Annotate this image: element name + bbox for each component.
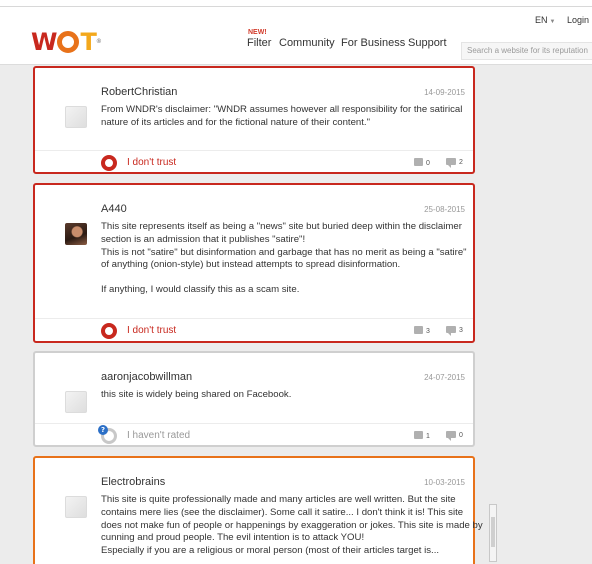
nav-community[interactable]: Community — [279, 37, 335, 49]
scrollbar-thumb[interactable] — [491, 517, 495, 547]
site-header: W T® EN ▼ Login NEW! Filter Community For … — [0, 7, 592, 65]
search-input[interactable]: Search a website for its reputation — [461, 42, 592, 60]
comments-button[interactable]: 3 — [446, 326, 463, 336]
wot-logo[interactable]: W T® — [31, 29, 102, 55]
upvote-button[interactable]: 0 — [414, 158, 430, 167]
review-author[interactable]: A440 — [101, 203, 127, 215]
new-badge: NEW! — [248, 29, 267, 36]
review-scrollbar[interactable] — [489, 504, 497, 562]
upvote-button[interactable]: 1 — [414, 431, 430, 440]
untrusted-rating-icon — [101, 323, 117, 339]
review-card: Electrobrains 10-03-2015 This site is qu… — [33, 456, 497, 564]
review-date: 24-07-2015 — [424, 373, 465, 382]
upvote-button[interactable]: 3 — [414, 326, 430, 335]
question-icon: ? — [98, 425, 108, 435]
nav-filter[interactable]: Filter — [247, 37, 271, 49]
avatar[interactable] — [65, 391, 87, 413]
rating-label: I don't trust — [127, 325, 177, 336]
review-author[interactable]: aaronjacobwillman — [101, 371, 192, 383]
review-body: From WNDR's disclaimer: "WNDR assumes ho… — [101, 104, 463, 128]
chevron-down-icon: ▼ — [549, 19, 556, 25]
avatar[interactable] — [65, 496, 87, 518]
review-card: aaronjacobwillman 24-07-2015 this site i… — [33, 351, 475, 447]
thumbs-up-icon — [414, 431, 423, 439]
review-card: RobertChristian 14-09-2015 From WNDR's d… — [33, 66, 475, 174]
review-body: this site is widely being shared on Face… — [101, 389, 292, 400]
review-footer: ? I haven't rated 1 0 — [35, 423, 473, 447]
review-footer: I don't trust 3 3 — [35, 318, 473, 342]
review-author[interactable]: RobertChristian — [101, 86, 177, 98]
comment-icon — [446, 431, 456, 441]
nav-support[interactable]: Support — [408, 37, 447, 49]
thumbs-up-icon — [414, 158, 423, 166]
thumbs-up-icon — [414, 326, 423, 334]
review-body: This site represents itself as being a "… — [101, 221, 467, 296]
nav-for-business[interactable]: For Business — [341, 37, 405, 49]
review-footer: I don't trust 0 2 — [35, 150, 473, 174]
browser-top-edge — [0, 0, 592, 7]
avatar[interactable] — [65, 223, 87, 245]
review-card: A440 25-08-2015 This site represents its… — [33, 183, 475, 343]
logo-ring-icon — [57, 31, 80, 53]
untrusted-rating-icon — [101, 155, 117, 171]
comment-icon — [446, 326, 456, 336]
rating-label: I haven't rated — [127, 430, 191, 441]
language-selector[interactable]: EN ▼ — [535, 15, 555, 25]
review-date: 14-09-2015 — [424, 88, 465, 97]
review-date: 10-03-2015 — [424, 478, 465, 487]
comments-button[interactable]: 2 — [446, 158, 463, 168]
comments-button[interactable]: 0 — [446, 431, 463, 441]
not-rated-icon: ? — [98, 425, 117, 444]
review-body: This site is quite professionally made a… — [101, 494, 483, 557]
comment-icon — [446, 158, 456, 168]
review-date: 25-08-2015 — [424, 205, 465, 214]
avatar[interactable] — [65, 106, 87, 128]
login-link[interactable]: Login — [567, 15, 589, 25]
rating-label: I don't trust — [127, 157, 177, 168]
review-author[interactable]: Electrobrains — [101, 476, 165, 488]
